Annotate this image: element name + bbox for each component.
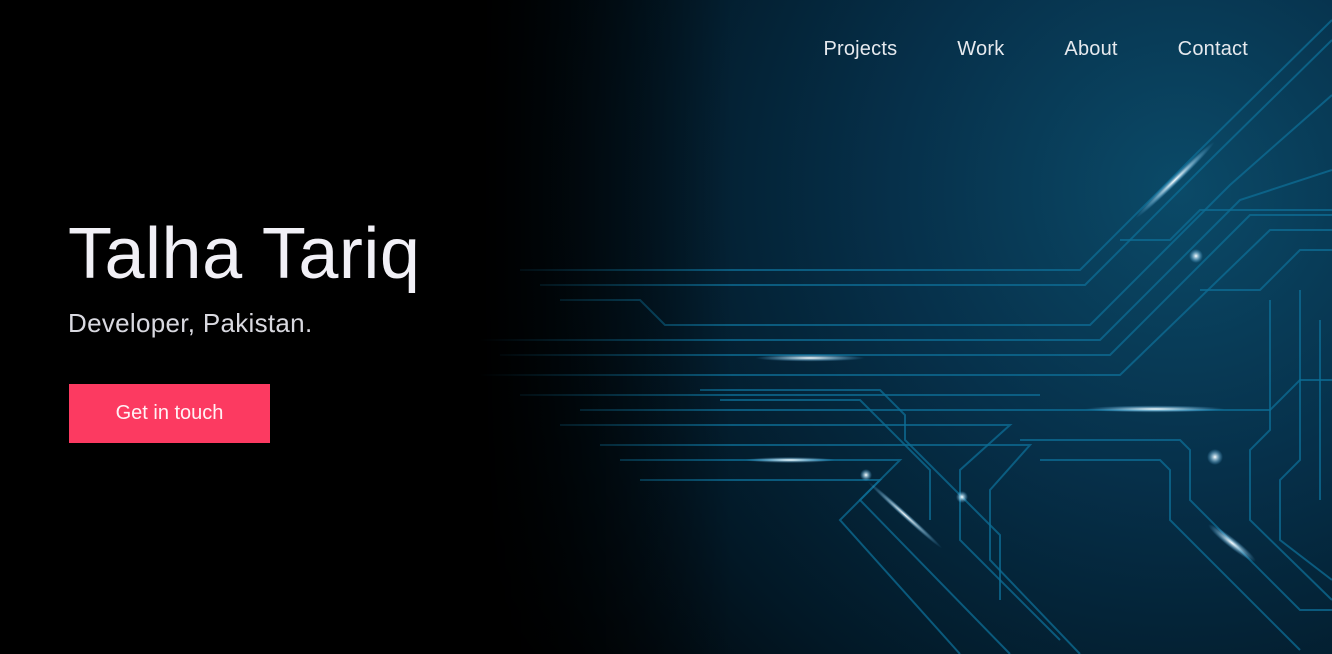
hero-tagline: Developer, Pakistan. (68, 308, 313, 338)
nav-link-about[interactable]: About (1064, 38, 1117, 61)
top-navigation: Projects Work About Contact (823, 38, 1248, 61)
nav-link-work[interactable]: Work (957, 38, 1004, 61)
nav-link-projects[interactable]: Projects (823, 38, 897, 61)
hero-section: Projects Work About Contact Talha Tariq … (0, 0, 1332, 654)
hero-name-heading: Talha Tariq (68, 214, 421, 294)
get-in-touch-button[interactable]: Get in touch (69, 384, 270, 443)
nav-link-contact[interactable]: Contact (1178, 38, 1248, 61)
